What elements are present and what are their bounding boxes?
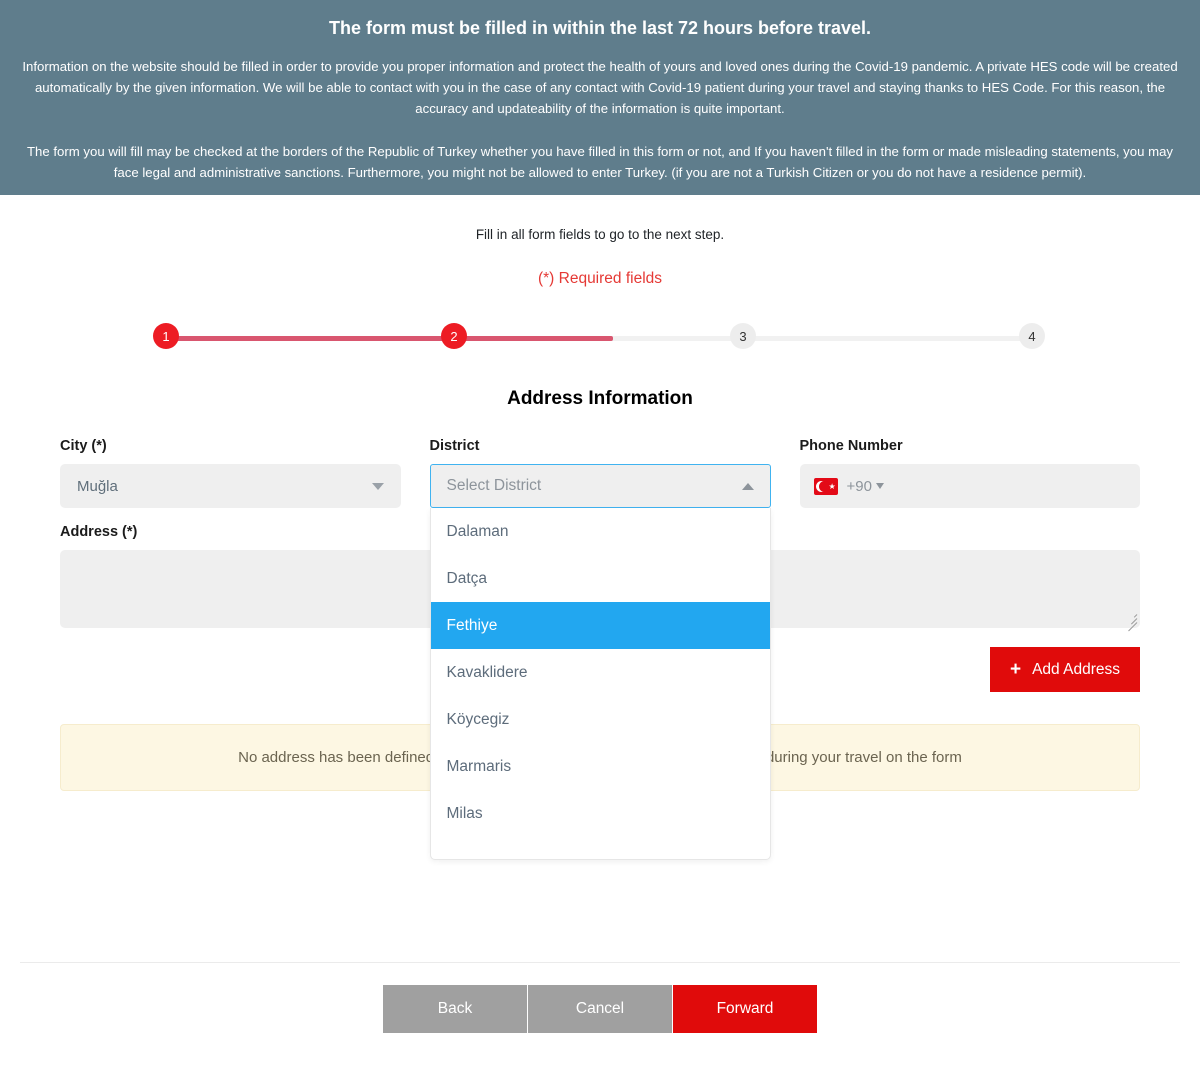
back-button[interactable]: Back bbox=[383, 985, 527, 1033]
cancel-button[interactable]: Cancel bbox=[528, 985, 672, 1033]
add-address-button[interactable]: + Add Address bbox=[989, 647, 1140, 692]
turkey-flag-icon: ★ bbox=[813, 477, 838, 495]
info-banner: The form must be filled in within the la… bbox=[0, 0, 1200, 195]
city-field-group: City (*) Muğla bbox=[60, 438, 401, 508]
district-dropdown-list[interactable]: Dalaman Datça Fethiye Kavaklidere Köyceg… bbox=[429, 508, 771, 860]
city-select[interactable]: Muğla bbox=[60, 464, 401, 508]
district-select[interactable]: Select District bbox=[429, 464, 771, 508]
form-row-1: City (*) Muğla District Select District … bbox=[60, 438, 1140, 860]
step-indicator-2[interactable]: 2 bbox=[441, 323, 467, 349]
city-label: City (*) bbox=[60, 438, 107, 454]
district-placeholder: Select District bbox=[446, 477, 542, 494]
chevron-down-icon[interactable] bbox=[875, 483, 884, 489]
chevron-down-icon bbox=[371, 482, 384, 490]
phone-input[interactable]: ★ +90 bbox=[799, 464, 1140, 508]
list-item[interactable]: Köycegiz bbox=[431, 696, 770, 743]
banner-paragraph-1: Information on the website should be fil… bbox=[22, 59, 1178, 116]
instruction-text: Fill in all form fields to go to the nex… bbox=[475, 227, 725, 242]
list-item[interactable]: Dalaman bbox=[431, 508, 770, 555]
chevron-up-icon bbox=[741, 482, 754, 490]
footer-actions: Back Cancel Forward bbox=[0, 985, 1200, 1033]
list-item[interactable]: Fethiye bbox=[430, 602, 770, 649]
progress-stepper: 1 2 3 4 bbox=[153, 323, 1047, 353]
list-item[interactable]: Kavaklidere bbox=[431, 649, 770, 696]
list-item[interactable]: Milas bbox=[431, 790, 770, 837]
plus-icon: + bbox=[1009, 659, 1022, 680]
list-item[interactable]: Datça bbox=[431, 555, 770, 602]
step-indicator-1[interactable]: 1 bbox=[153, 323, 179, 349]
banner-paragraph-2: The form you will fill may be checked at… bbox=[27, 144, 1173, 180]
page-title: Address Information bbox=[507, 388, 693, 409]
add-address-label: Add Address bbox=[1032, 660, 1120, 678]
city-selected-value: Muğla bbox=[77, 477, 118, 495]
step-indicator-4[interactable]: 4 bbox=[1019, 323, 1045, 349]
country-code-value: +90 bbox=[846, 477, 872, 495]
district-field-group: District Select District Dalaman Datça F… bbox=[429, 438, 771, 860]
resize-handle-icon[interactable] bbox=[1124, 612, 1138, 632]
intro-section: Fill in all form fields to go to the nex… bbox=[0, 195, 1200, 288]
page-root: The form must be filled in within the la… bbox=[0, 0, 1200, 1088]
required-fields-note: (*) Required fields bbox=[537, 270, 663, 287]
phone-field-group: Phone Number ★ +90 bbox=[799, 438, 1140, 508]
step-indicator-3[interactable]: 3 bbox=[730, 323, 756, 349]
phone-label: Phone Number bbox=[799, 438, 903, 454]
district-label: District bbox=[429, 438, 480, 454]
footer-divider bbox=[20, 962, 1180, 963]
list-item[interactable]: Marmaris bbox=[431, 743, 770, 790]
district-select-wrapper: Select District Dalaman Datça Fethiye Ka… bbox=[429, 464, 771, 860]
forward-button[interactable]: Forward bbox=[673, 985, 817, 1033]
address-form: City (*) Muğla District Select District … bbox=[0, 438, 1200, 860]
stepper-progress-fill bbox=[165, 336, 613, 341]
banner-title: The form must be filled in within the la… bbox=[328, 18, 872, 38]
